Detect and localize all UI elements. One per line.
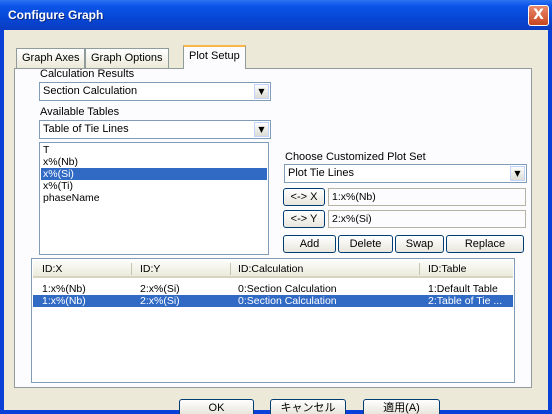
table-row[interactable]: 1:x%(Nb) 2:x%(Si) 0:Section Calculation … [33,283,513,295]
table-row[interactable]: 1:x%(Nb) 2:x%(Si) 0:Section Calculation … [33,295,513,307]
list-item[interactable]: x%(Nb) [41,156,267,168]
column-divider[interactable] [131,263,132,275]
available-tables-combo[interactable]: Table of Tie Lines ▼ [39,120,271,139]
tab-label: Plot Setup [189,50,240,62]
swap-y-button[interactable]: <-> Y [283,210,325,228]
ok-button[interactable]: OK [179,399,254,414]
tab-label: Graph Axes [22,52,80,64]
delete-button[interactable]: Delete [338,235,393,253]
title-bar[interactable]: Configure Graph X [0,0,552,30]
chevron-down-icon[interactable]: ▼ [254,84,269,99]
dialog-body: Graph Axes Graph Options Plot Setup Calc… [4,30,548,414]
swap-x-button[interactable]: <-> X [283,188,325,206]
chevron-down-icon[interactable]: ▼ [254,122,269,137]
column-divider[interactable] [419,263,420,275]
window-title: Configure Graph [8,8,104,22]
calculation-results-value: Section Calculation [43,85,138,97]
cell-id-x: 1:x%(Nb) [42,283,86,295]
cell-id-y: 2:x%(Si) [140,295,180,307]
add-button[interactable]: Add [283,235,336,253]
tab-label: Graph Options [91,52,163,64]
replace-button[interactable]: Replace [446,235,524,253]
calculation-results-label: Calculation Results [40,68,135,80]
cell-id-x: 1:x%(Nb) [42,295,86,307]
columns-listbox[interactable]: T x%(Nb) x%(Si) x%(Ti) phaseName [39,142,269,255]
column-header[interactable]: ID:X [42,263,62,275]
configure-graph-window: Configure Graph X Graph Axes Graph Optio… [0,0,552,414]
calculation-results-combo[interactable]: Section Calculation ▼ [39,82,271,101]
cancel-button[interactable]: キャンセル [270,399,346,414]
close-icon: X [533,7,544,23]
list-item[interactable]: x%(Si) [41,168,267,180]
available-tables-value: Table of Tie Lines [43,123,129,135]
list-item[interactable]: T [41,144,267,156]
y-axis-field: 2:x%(Si) [328,210,526,228]
table-header: ID:X ID:Y ID:Calculation ID:Table [33,260,513,278]
cell-id-table: 1:Default Table [428,283,498,295]
cell-id-table: 2:Table of Tie ... [428,295,503,307]
list-item[interactable]: phaseName [41,192,267,204]
tab-graph-axes[interactable]: Graph Axes [16,48,86,68]
tab-graph-options[interactable]: Graph Options [85,48,169,68]
chevron-down-icon[interactable]: ▼ [510,166,525,181]
apply-button[interactable]: 適用(A) [363,399,440,414]
plot-sets-table[interactable]: ID:X ID:Y ID:Calculation ID:Table 1:x%(N… [31,258,515,383]
column-header[interactable]: ID:Y [140,263,160,275]
plot-set-combo[interactable]: Plot Tie Lines ▼ [284,164,527,183]
cell-id-calculation: 0:Section Calculation [238,295,337,307]
plot-set-label: Choose Customized Plot Set [285,151,426,163]
cell-id-y: 2:x%(Si) [140,283,180,295]
column-header[interactable]: ID:Calculation [238,263,303,275]
close-button[interactable]: X [528,5,549,26]
swap-button[interactable]: Swap [395,235,444,253]
available-tables-label: Available Tables [40,106,120,118]
column-header[interactable]: ID:Table [428,263,467,275]
tab-plot-setup[interactable]: Plot Setup [183,45,246,69]
x-axis-field: 1:x%(Nb) [328,188,526,206]
list-item[interactable]: x%(Ti) [41,180,267,192]
column-divider[interactable] [230,263,231,275]
plot-set-value: Plot Tie Lines [288,167,355,179]
cell-id-calculation: 0:Section Calculation [238,283,337,295]
